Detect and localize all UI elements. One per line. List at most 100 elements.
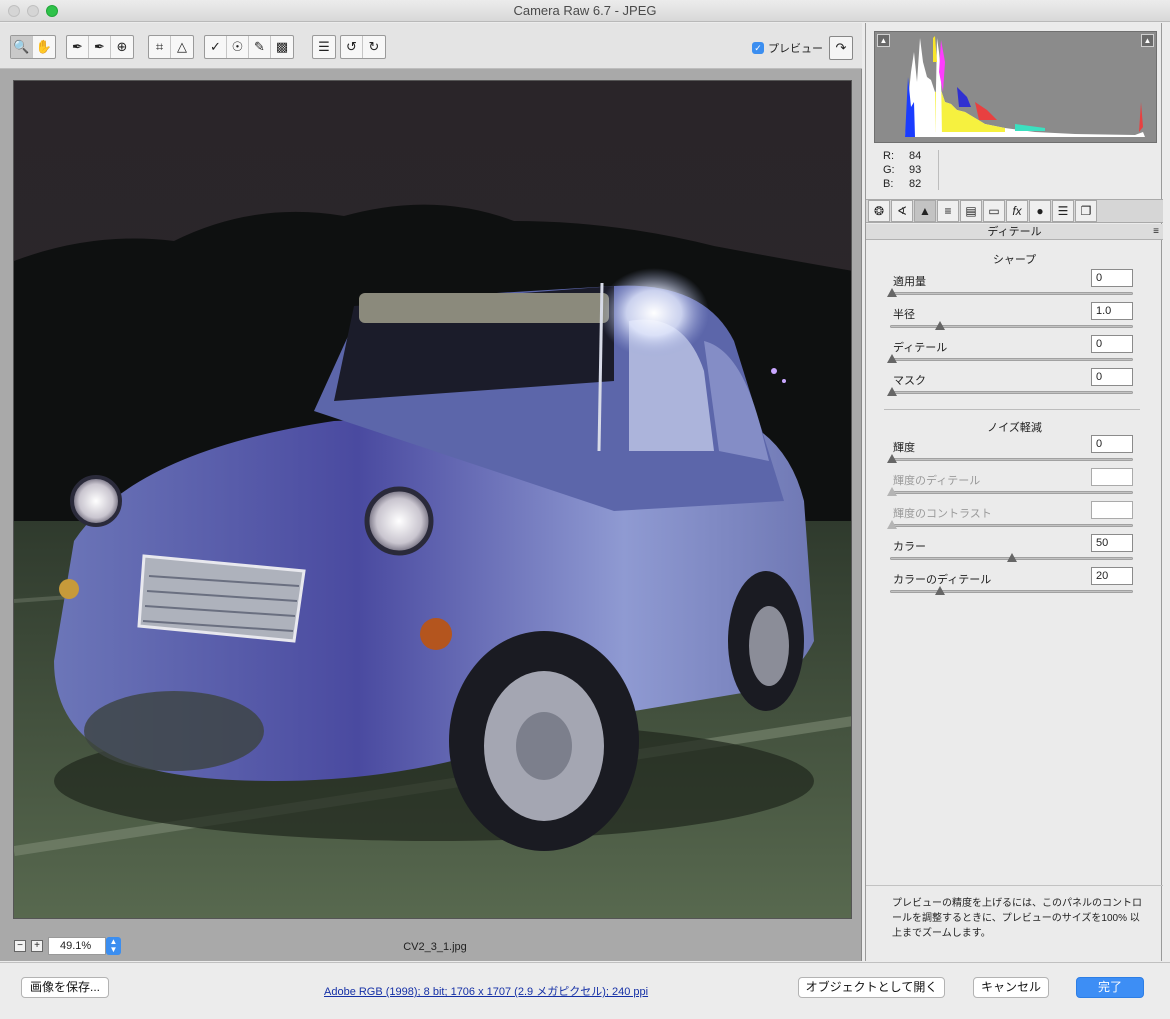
slider-thumb[interactable]	[935, 321, 945, 330]
noise-color-detail-slider[interactable]: カラーのディテール 20	[890, 567, 1135, 603]
slider-thumb	[887, 520, 897, 529]
panel-menu-icon[interactable]: ≡	[1153, 224, 1159, 240]
rotate-right-icon[interactable]: ↻	[363, 36, 385, 58]
color-sampler-icon[interactable]: ✒	[89, 36, 111, 58]
slider-label: カラーのディテール	[893, 574, 992, 586]
workflow-options-link[interactable]: Adobe RGB (1998); 8 bit; 1706 x 1707 (2.…	[324, 983, 648, 999]
slider-thumb[interactable]	[887, 454, 897, 463]
b-value: 82	[909, 178, 922, 190]
retouch-tools: ✓ ☉ ✎ ▩	[204, 35, 294, 59]
image-preview[interactable]	[13, 80, 852, 919]
cancel-button[interactable]: キャンセル	[973, 977, 1049, 998]
split-toning-icon[interactable]: ▤	[960, 200, 982, 222]
slider-value-field	[1091, 501, 1133, 519]
adjustment-panel: ▲ ▲ R: 84 G: 93 B: 82 ❂ ∢ ▲ ≡ ▤ ▭ fx ● ☰ ❐ …	[865, 23, 1163, 961]
preview-checkbox[interactable]: ✓ プレビュー	[752, 40, 823, 56]
sharpen-mask-slider[interactable]: マスク 0	[887, 368, 1135, 404]
preferences-icon[interactable]: ☰	[313, 36, 335, 58]
slider-track[interactable]	[890, 358, 1133, 361]
noise-luminance-slider[interactable]: 輝度 0	[887, 435, 1135, 471]
save-image-button[interactable]: 画像を保存...	[21, 977, 109, 998]
preview-label: プレビュー	[768, 43, 823, 55]
slider-track[interactable]	[890, 325, 1133, 328]
sharpen-detail-slider[interactable]: ディテール 0	[887, 335, 1135, 371]
shadow-clipping-icon[interactable]: ▲	[877, 34, 890, 47]
histogram-graph	[905, 36, 1145, 137]
panel-title: ディテール	[987, 226, 1042, 238]
slider-value-field[interactable]: 1.0	[1091, 302, 1133, 320]
slider-thumb[interactable]	[1007, 553, 1017, 562]
target-adjust-icon[interactable]: ⊕	[111, 36, 133, 58]
zoom-window-button[interactable]	[46, 5, 58, 17]
image-filename: CV2_3_1.jpg	[403, 941, 467, 953]
slider-value-field[interactable]: 20	[1091, 567, 1133, 585]
slider-thumb[interactable]	[887, 288, 897, 297]
adjustment-brush-icon[interactable]: ✎	[249, 36, 271, 58]
slider-value-field[interactable]: 0	[1091, 269, 1133, 287]
zoom-hint-note: プレビューの精度を上げるには、このパネルのコントロールを調整するときに、プレビュ…	[892, 898, 1142, 939]
tool-bar: 🔍 ✋ ✒ ✒ ⊕ ⌗ △ ✓ ☉ ✎ ▩ ☰ ↺ ↻ ✓ プレビュー ↷	[0, 23, 862, 69]
tone-curve-icon[interactable]: ∢	[891, 200, 913, 222]
slider-track[interactable]	[890, 391, 1133, 394]
sharpen-radius-slider[interactable]: 半径 1.0	[890, 302, 1135, 338]
slider-value-field[interactable]: 50	[1091, 534, 1133, 552]
note-divider	[866, 885, 1163, 886]
noise-luminance-contrast-slider: 輝度のコントラスト	[887, 501, 1135, 537]
minimize-window-button[interactable]	[27, 5, 39, 17]
footer-bar: 画像を保存... Adobe RGB (1998); 8 bit; 1706 x…	[0, 962, 1170, 1019]
histogram: ▲ ▲	[874, 31, 1157, 143]
status-bar: − + 49.1% ▲ ▼ CV2_3_1.jpg	[0, 933, 862, 961]
noise-color-slider[interactable]: カラー 50	[890, 534, 1135, 570]
close-window-button[interactable]	[8, 5, 20, 17]
slider-value-field[interactable]: 0	[1091, 368, 1133, 386]
slider-track	[890, 491, 1133, 494]
checkmark-icon[interactable]: ✓	[752, 42, 764, 54]
hsl-icon[interactable]: ≡	[937, 200, 959, 222]
panel-tabs: ❂ ∢ ▲ ≡ ▤ ▭ fx ● ☰ ❐	[866, 199, 1163, 223]
hand-icon[interactable]: ✋	[33, 36, 55, 58]
slider-label: 適用量	[893, 276, 926, 288]
sharpen-section-title: シャープ	[992, 254, 1037, 266]
slider-label: 半径	[893, 309, 915, 321]
panel-header: ディテール ≡	[866, 224, 1163, 240]
lens-icon[interactable]: ▭	[983, 200, 1005, 222]
slider-track[interactable]	[890, 590, 1133, 593]
sharpen-amount-slider[interactable]: 適用量 0	[887, 269, 1135, 305]
detail-icon[interactable]: ▲	[914, 200, 936, 222]
slider-label: 輝度のディテール	[893, 475, 981, 487]
crop-icon[interactable]: ⌗	[149, 36, 171, 58]
slider-label: マスク	[893, 375, 926, 387]
fullscreen-toggle-icon[interactable]: ↷	[829, 36, 853, 60]
open-object-button[interactable]: オブジェクトとして開く	[798, 977, 945, 998]
basic-icon[interactable]: ❂	[868, 200, 890, 222]
done-button[interactable]: 完了	[1076, 977, 1144, 998]
rotate-left-icon[interactable]: ↺	[341, 36, 363, 58]
slider-thumb	[887, 487, 897, 496]
slider-track[interactable]	[890, 292, 1133, 295]
car-photo	[14, 81, 851, 918]
snapshots-icon[interactable]: ❐	[1075, 200, 1097, 222]
g-label: G:	[883, 164, 895, 176]
zoom-icon[interactable]: 🔍	[11, 36, 33, 58]
g-value: 93	[909, 164, 922, 176]
red-eye-icon[interactable]: ☉	[227, 36, 249, 58]
highlight-clipping-icon[interactable]: ▲	[1141, 34, 1154, 47]
title-bar: Camera Raw 6.7 - JPEG	[0, 0, 1170, 22]
navigation-tools: 🔍 ✋	[10, 35, 56, 59]
fx-icon[interactable]: fx	[1006, 200, 1028, 222]
window-title: Camera Raw 6.7 - JPEG	[513, 3, 657, 18]
slider-track[interactable]	[890, 458, 1133, 461]
slider-thumb[interactable]	[887, 387, 897, 396]
b-label: B:	[883, 178, 894, 190]
camera-calibration-icon[interactable]: ●	[1029, 200, 1051, 222]
slider-value-field[interactable]: 0	[1091, 435, 1133, 453]
presets-icon[interactable]: ☰	[1052, 200, 1074, 222]
slider-thumb[interactable]	[935, 586, 945, 595]
graduated-filter-icon[interactable]: ▩	[271, 36, 293, 58]
straighten-icon[interactable]: △	[171, 36, 193, 58]
spot-removal-icon[interactable]: ✓	[205, 36, 227, 58]
slider-value-field	[1091, 468, 1133, 486]
slider-thumb[interactable]	[887, 354, 897, 363]
white-balance-icon[interactable]: ✒	[67, 36, 89, 58]
slider-value-field[interactable]: 0	[1091, 335, 1133, 353]
